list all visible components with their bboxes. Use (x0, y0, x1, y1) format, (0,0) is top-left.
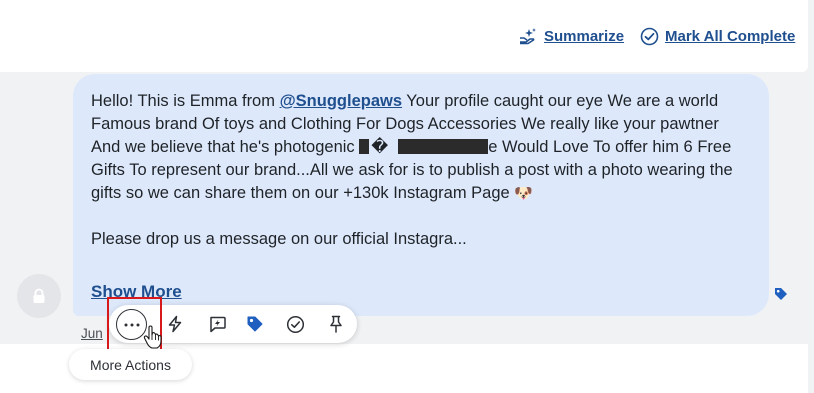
hand-cursor-icon (143, 325, 162, 349)
mention-link[interactable]: @Snugglepaws (280, 92, 402, 110)
check-circle-icon (640, 27, 659, 45)
redacted-block (398, 139, 489, 154)
pin-icon (330, 315, 342, 333)
message-date[interactable]: Jun (81, 326, 103, 341)
mark-complete-button[interactable] (282, 311, 308, 337)
mark-all-complete-button[interactable]: Mark All Complete (640, 26, 795, 46)
summarize-button[interactable]: Summarize (518, 26, 624, 46)
summarize-label: Summarize (544, 27, 625, 45)
tag-button[interactable] (242, 311, 268, 337)
redacted-block (359, 139, 370, 154)
quick-action-button[interactable] (162, 311, 188, 337)
tag-icon (247, 316, 263, 332)
tag-icon[interactable] (774, 287, 788, 301)
pin-button[interactable] (323, 311, 349, 337)
lock-icon (33, 288, 45, 303)
message-greeting: Hello! This is Emma from (91, 92, 280, 110)
message-paragraph-2: Please drop us a message on our official… (91, 230, 467, 248)
message-text: Hello! This is Emma from @Snugglepaws Yo… (91, 90, 751, 251)
dog-emoji: 🐶 (514, 185, 533, 202)
avatar[interactable] (17, 274, 61, 318)
more-actions-tooltip: More Actions (69, 349, 192, 380)
conversation-header: Summarize Mark All Complete (0, 0, 808, 72)
redacted-glyph: � (371, 138, 389, 156)
ai-reply-button[interactable] (204, 311, 230, 337)
check-circle-icon (286, 315, 304, 333)
mark-all-complete-label: Mark All Complete (665, 27, 796, 45)
lightning-icon (168, 315, 182, 333)
message-bubble: Hello! This is Emma from @Snugglepaws Yo… (73, 74, 769, 316)
summarize-icon (520, 28, 536, 45)
ai-reply-icon (209, 316, 226, 332)
